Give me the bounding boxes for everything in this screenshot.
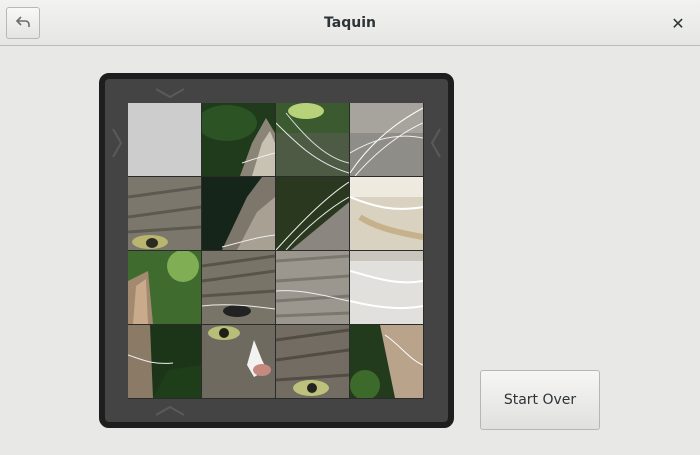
puzzle-tile[interactable] xyxy=(276,177,349,250)
puzzle-board xyxy=(99,73,454,428)
puzzle-tile[interactable] xyxy=(276,251,349,324)
tile-grid xyxy=(128,103,424,399)
empty-tile xyxy=(128,103,201,176)
chevron-up-icon[interactable] xyxy=(154,403,186,419)
header-bar: Taquin ✕ xyxy=(0,0,700,46)
puzzle-tile[interactable] xyxy=(350,103,423,176)
puzzle-tile[interactable] xyxy=(202,325,275,398)
puzzle-tile[interactable] xyxy=(202,177,275,250)
chevron-left-icon[interactable] xyxy=(428,127,444,159)
chevron-down-icon[interactable] xyxy=(154,85,186,101)
chevron-right-icon[interactable] xyxy=(109,127,125,159)
puzzle-tile[interactable] xyxy=(350,325,423,398)
puzzle-tile[interactable] xyxy=(276,325,349,398)
puzzle-tile[interactable] xyxy=(128,251,201,324)
puzzle-tile[interactable] xyxy=(350,177,423,250)
start-over-button[interactable]: Start Over xyxy=(480,370,600,430)
close-icon: ✕ xyxy=(671,13,685,33)
puzzle-tile[interactable] xyxy=(128,177,201,250)
puzzle-tile[interactable] xyxy=(276,103,349,176)
puzzle-tile[interactable] xyxy=(202,103,275,176)
puzzle-tile[interactable] xyxy=(350,251,423,324)
window-title: Taquin xyxy=(324,15,376,31)
puzzle-tile[interactable] xyxy=(128,325,201,398)
close-button[interactable]: ✕ xyxy=(666,11,690,35)
puzzle-tile[interactable] xyxy=(202,251,275,324)
